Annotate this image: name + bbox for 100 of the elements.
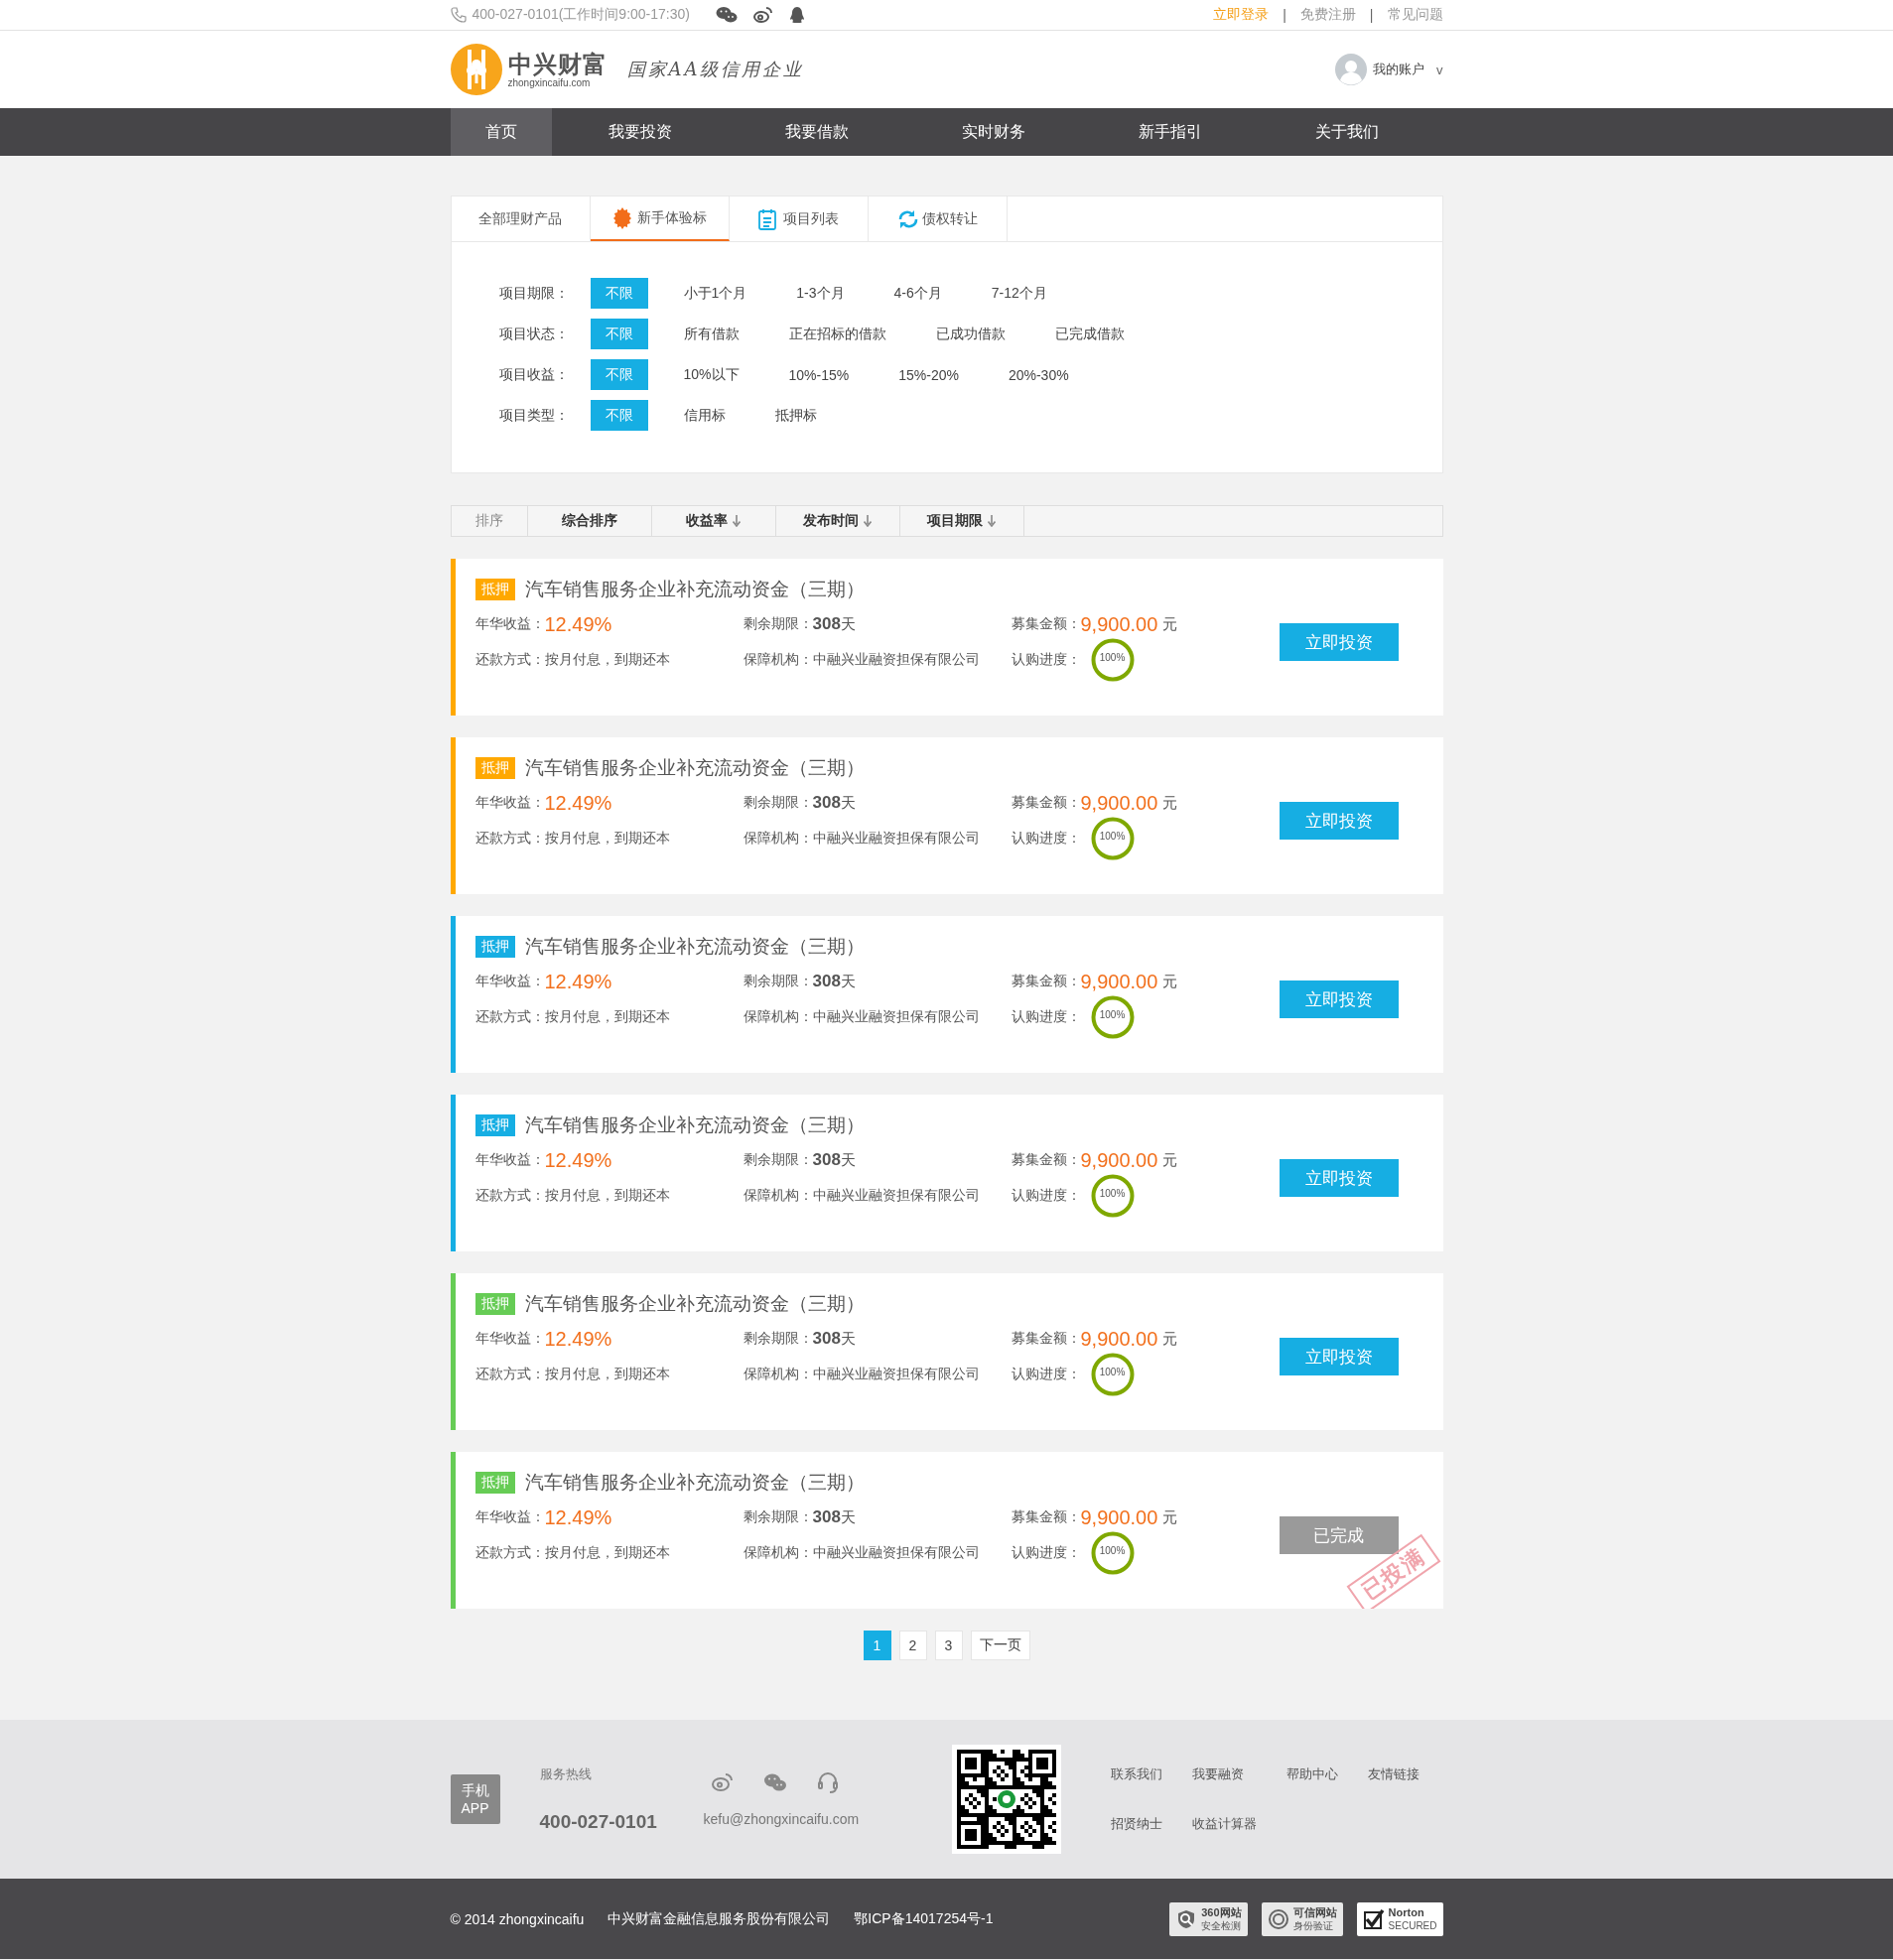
copyright: © 2014 zhongxincaifu xyxy=(450,1910,585,1927)
field-label: 年华收益： xyxy=(474,973,545,990)
nav-item[interactable]: 实时财务 xyxy=(904,108,1082,156)
filter-option[interactable]: 信用标 xyxy=(669,400,740,431)
filter-option[interactable]: 4-6个月 xyxy=(879,278,956,309)
security-seal[interactable]: Norton SECURED xyxy=(1356,1901,1443,1936)
footer-link[interactable]: 联系我们 xyxy=(1110,1765,1162,1783)
filter-option[interactable]: 15%-20% xyxy=(884,359,973,390)
headset-icon[interactable] xyxy=(816,1771,839,1793)
wechat-icon xyxy=(715,6,738,24)
rate-value: 12.49% xyxy=(544,791,612,815)
progress-percent: 100% xyxy=(1098,1188,1127,1199)
sort-option[interactable]: 项目期限 xyxy=(899,506,1024,536)
sort-option[interactable]: 综合排序 xyxy=(527,506,652,536)
seal-subtitle: 安全检测 xyxy=(1201,1918,1242,1932)
slogan: 国家AA级信用企业 xyxy=(626,58,805,81)
field-label: 认购进度： xyxy=(1011,830,1081,848)
footer-link[interactable]: 收益计算器 xyxy=(1191,1815,1257,1833)
nav-item[interactable]: 我要借款 xyxy=(728,108,905,156)
nav-item[interactable]: 首页 xyxy=(450,108,552,156)
footer-link[interactable]: 帮助中心 xyxy=(1285,1765,1338,1783)
rate-value: 12.49% xyxy=(544,1505,612,1529)
app-badge[interactable]: 手机 APP xyxy=(450,1774,500,1824)
penguin-icon xyxy=(788,6,805,24)
field-label: 年华收益： xyxy=(474,1508,545,1526)
term-value: 308天 xyxy=(812,1150,856,1170)
filter-option[interactable]: 20%-30% xyxy=(994,359,1083,390)
filter-option[interactable]: 已成功借款 xyxy=(921,319,1019,349)
filter-option[interactable]: 正在招标的借款 xyxy=(774,319,900,349)
footer-link[interactable]: 招贤纳士 xyxy=(1110,1815,1162,1833)
logo-icon xyxy=(450,44,502,95)
field-label: 剩余期限： xyxy=(743,794,813,812)
amount-value: 9,900.00 xyxy=(1080,1505,1158,1529)
seal-title: 360网站 xyxy=(1201,1905,1242,1919)
next-page-button[interactable]: 下一页 xyxy=(970,1631,1030,1660)
field-label: 剩余期限： xyxy=(743,615,813,633)
filter-option[interactable]: 小于1个月 xyxy=(669,278,761,309)
rate-value: 12.49% xyxy=(544,612,612,636)
filter-option[interactable]: 10%-15% xyxy=(774,359,864,390)
nav-item[interactable]: 我要投资 xyxy=(551,108,729,156)
project-title[interactable]: 汽车销售服务企业补充流动资金（三期） xyxy=(524,755,865,781)
seal-subtitle: 身份验证 xyxy=(1292,1918,1334,1932)
project-title[interactable]: 汽车销售服务企业补充流动资金（三期） xyxy=(524,934,865,960)
guarantor: 保障机构：中融兴业融资担保有限公司 xyxy=(743,1008,981,1026)
sort-option[interactable]: 发布时间 xyxy=(775,506,900,536)
security-seal[interactable]: 360网站 安全检测 xyxy=(1169,1901,1248,1936)
amount-value: 9,900.00 xyxy=(1080,1327,1158,1351)
calendar-icon xyxy=(757,207,779,230)
phone-number: 400-027-0101(工作时间9:00-17:30) xyxy=(472,6,690,24)
down-arrow-icon xyxy=(733,515,741,527)
nav-item[interactable]: 新手指引 xyxy=(1081,108,1259,156)
page-button[interactable]: 3 xyxy=(934,1631,963,1660)
field-label: 募集金额： xyxy=(1011,794,1081,812)
sort-label: 排序 xyxy=(451,506,528,536)
term-value: 308天 xyxy=(812,614,856,634)
field-label: 募集金额： xyxy=(1011,1330,1081,1348)
repayment-method: 还款方式：按月付息，到期还本 xyxy=(474,830,671,848)
currency-unit: 元 xyxy=(1162,1329,1178,1349)
filter-label: 项目收益： xyxy=(498,365,570,384)
project-title[interactable]: 汽车销售服务企业补充流动资金（三期） xyxy=(524,577,865,602)
weibo-icon[interactable] xyxy=(711,1772,734,1792)
filter-option[interactable]: 抵押标 xyxy=(760,400,831,431)
project-title[interactable]: 汽车销售服务企业补充流动资金（三期） xyxy=(524,1291,865,1317)
filter-option[interactable]: 10%以下 xyxy=(669,359,753,390)
filter-option[interactable]: 所有借款 xyxy=(669,319,753,349)
field-label: 年华收益： xyxy=(474,794,545,812)
term-value: 308天 xyxy=(812,793,856,813)
tab[interactable]: 项目列表 xyxy=(729,196,869,241)
filter-option[interactable]: 已完成借款 xyxy=(1040,319,1139,349)
completed-button: 已完成 xyxy=(1279,1516,1399,1554)
field-label: 剩余期限： xyxy=(743,1508,813,1526)
account-link[interactable]: 我的账户 xyxy=(1373,61,1424,78)
filter-option[interactable]: 1-3个月 xyxy=(782,278,859,309)
field-label: 认购进度： xyxy=(1011,1544,1081,1562)
project-title[interactable]: 汽车销售服务企业补充流动资金（三期） xyxy=(524,1112,865,1138)
term-value: 308天 xyxy=(812,972,856,991)
rate-value: 12.49% xyxy=(544,1327,612,1351)
currency-unit: 元 xyxy=(1162,1507,1178,1527)
progress-ring xyxy=(1090,817,1135,860)
security-seal[interactable]: 可信网站 身份验证 xyxy=(1261,1901,1343,1936)
nav-item[interactable]: 关于我们 xyxy=(1258,108,1435,156)
email-link[interactable]: kefu@zhongxincaifu.com xyxy=(703,1811,942,1827)
footer-link[interactable]: 我要融资 xyxy=(1191,1765,1257,1783)
tab[interactable]: 全部理财产品 xyxy=(451,196,591,241)
tab[interactable]: 新手体验标 xyxy=(590,196,730,241)
footer-link[interactable]: 友情链接 xyxy=(1367,1765,1420,1783)
type-tag: 抵押 xyxy=(474,1293,515,1315)
tab[interactable]: 债权转让 xyxy=(868,196,1008,241)
field-label: 剩余期限： xyxy=(743,1330,813,1348)
field-label: 募集金额： xyxy=(1011,615,1081,633)
filter-option[interactable]: 7-12个月 xyxy=(977,278,1061,309)
page-button[interactable]: 2 xyxy=(898,1631,927,1660)
progress-ring xyxy=(1090,1174,1135,1218)
field-label: 年华收益： xyxy=(474,615,545,633)
sort-option[interactable]: 收益率 xyxy=(651,506,776,536)
progress-ring xyxy=(1090,1531,1135,1575)
weibo-icon xyxy=(752,6,773,24)
seal-title: 可信网站 xyxy=(1292,1905,1337,1919)
caret-icon[interactable]: v xyxy=(1436,62,1443,77)
wechat-icon[interactable] xyxy=(762,1772,787,1792)
